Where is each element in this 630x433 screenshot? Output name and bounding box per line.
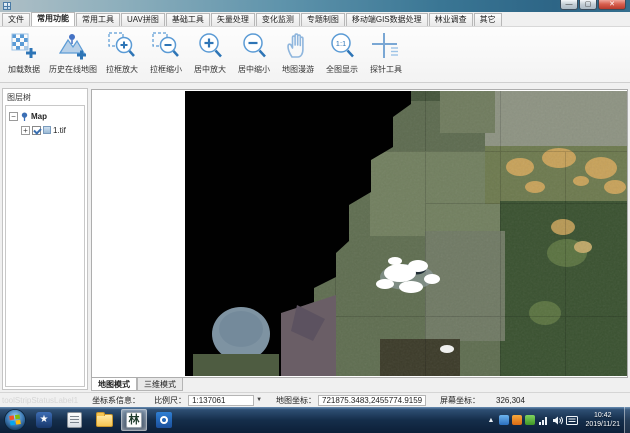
application-window: — ▢ ✕ 文件 常用功能 常用工具 UAV拼图 基础工具 矢量处理 变化监测 …: [0, 0, 630, 433]
center-zoom-out-button[interactable]: 居中缩小: [232, 29, 276, 81]
layer-visibility-checkbox[interactable]: [32, 126, 41, 135]
taskbar-notepad-app[interactable]: [61, 409, 87, 431]
scale-dropdown-arrow-icon[interactable]: ▼: [256, 397, 262, 403]
center-zoom-in-button[interactable]: 居中放大: [188, 29, 232, 81]
map-pin-icon: [20, 112, 29, 121]
windows-taskbar: ★ 林 ▲ 10:42 2019/11/21: [0, 407, 630, 433]
o-app-icon: [156, 412, 172, 428]
layer-tree: − Map + 1.tif: [5, 105, 85, 387]
tree-node-layer[interactable]: + 1.tif: [18, 124, 84, 136]
map-canvas[interactable]: [91, 89, 628, 378]
history-online-map-button[interactable]: 历史在线地图: [46, 29, 100, 81]
hidden-icons-arrow[interactable]: ▲: [488, 417, 495, 424]
tree-node-label: 1.tif: [53, 126, 66, 135]
full-extent-icon: 1:1: [327, 31, 357, 61]
screen-coordinate-label: 屏幕坐标：: [440, 395, 480, 406]
view-mode-tabs: 地图模式 三维模式: [91, 378, 183, 391]
tab-thematic-mapping[interactable]: 专题制图: [301, 13, 345, 26]
start-button[interactable]: [3, 408, 27, 432]
workspace: 图层树 − Map + 1.tif: [0, 83, 630, 392]
toolbar-button-label: 加载数据: [8, 64, 40, 75]
svg-text:1:1: 1:1: [336, 39, 346, 48]
toolbar-button-label: 拉框放大: [106, 64, 138, 75]
tab-vector-processing[interactable]: 矢量处理: [211, 13, 255, 26]
satellite-imagery[interactable]: [185, 91, 627, 376]
toolbar-button-label: 全图显示: [326, 64, 358, 75]
tab-change-detection[interactable]: 变化监测: [256, 13, 300, 26]
scale-input[interactable]: 1:137061: [188, 395, 254, 406]
taskbar-forestry-gis-app[interactable]: 林: [121, 409, 147, 431]
tab-common-tools[interactable]: 常用工具: [76, 13, 120, 26]
tab-map-mode[interactable]: 地图模式: [91, 378, 137, 391]
forestry-app-icon: 林: [126, 412, 142, 428]
load-data-button[interactable]: 加载数据: [2, 29, 46, 81]
main-toolbar: 加载数据 历史在线地图 拉框放大: [0, 27, 630, 83]
tab-3d-mode[interactable]: 三维模式: [137, 378, 183, 391]
star-app-icon: ★: [36, 412, 52, 428]
tree-node-map[interactable]: − Map: [6, 110, 84, 122]
center-zoom-out-icon: [239, 31, 269, 61]
clock-date: 2019/11/21: [585, 420, 620, 429]
network-icon[interactable]: [538, 415, 549, 426]
full-extent-button[interactable]: 1:1 全图显示: [320, 29, 364, 81]
tree-node-label: Map: [31, 112, 47, 121]
notepad-app-icon: [67, 412, 82, 428]
box-zoom-out-icon: [151, 31, 181, 61]
collapse-expander-icon[interactable]: −: [9, 112, 18, 121]
box-zoom-in-icon: [107, 31, 137, 61]
layer-tree-panel: 图层树 − Map + 1.tif: [2, 88, 88, 390]
history-online-map-icon: [58, 31, 88, 61]
toolbar-button-label: 拉框缩小: [150, 64, 182, 75]
probe-tool-button[interactable]: 探针工具: [364, 29, 408, 81]
screen-coordinate-value: 326,304: [496, 396, 525, 405]
show-desktop-button[interactable]: [624, 407, 630, 433]
minimize-button[interactable]: —: [560, 0, 578, 10]
toolbar-button-label: 历史在线地图: [49, 64, 97, 75]
app-icon: [3, 2, 11, 10]
maximize-button[interactable]: ▢: [579, 0, 597, 10]
taskbar-o-app[interactable]: [151, 409, 177, 431]
taskbar-explorer-app[interactable]: [91, 409, 117, 431]
crs-info-label: 坐标系信息：: [92, 395, 140, 406]
ribbon-tab-bar: 文件 常用功能 常用工具 UAV拼图 基础工具 矢量处理 变化监测 专题制图 移…: [0, 12, 630, 27]
status-bar: toolStripStatusLabel1 坐标系信息： 比例尺： 1:1370…: [0, 392, 630, 407]
map-coordinate-label: 地图坐标：: [276, 395, 316, 406]
tab-forestry-survey[interactable]: 林业调查: [429, 13, 473, 26]
tab-uav-mosaic[interactable]: UAV拼图: [121, 13, 165, 26]
box-zoom-out-button[interactable]: 拉框缩小: [144, 29, 188, 81]
tray-messenger-icon[interactable]: [499, 415, 509, 425]
toolbar-button-label: 地图漫游: [282, 64, 314, 75]
scale-label: 比例尺：: [154, 395, 186, 406]
map-pan-button[interactable]: 地图漫游: [276, 29, 320, 81]
layer-panel-title: 图层树: [3, 89, 87, 105]
input-method-icon[interactable]: [566, 415, 578, 426]
tab-mobile-gis-processing[interactable]: 移动端GIS数据处理: [346, 13, 428, 26]
folder-icon: [96, 414, 113, 427]
map-coordinate-value: 721875.3483,2455774.9159: [318, 395, 426, 406]
status-placeholder-label: toolStripStatusLabel1: [2, 396, 78, 405]
tray-security-icon[interactable]: [525, 415, 535, 425]
expand-expander-icon[interactable]: +: [21, 126, 30, 135]
tab-file[interactable]: 文件: [2, 13, 30, 26]
toolbar-button-label: 探针工具: [370, 64, 402, 75]
title-bar: — ▢ ✕: [0, 0, 630, 12]
pan-hand-icon: [283, 31, 313, 61]
close-button[interactable]: ✕: [598, 0, 626, 10]
tray-office-icon[interactable]: [512, 415, 522, 425]
volume-icon[interactable]: [552, 415, 563, 426]
clock-time: 10:42: [585, 411, 620, 420]
box-zoom-in-button[interactable]: 拉框放大: [100, 29, 144, 81]
tab-basic-tools[interactable]: 基础工具: [166, 13, 210, 26]
load-data-icon: [9, 31, 39, 61]
tab-other[interactable]: 其它: [474, 13, 502, 26]
toolbar-button-label: 居中缩小: [238, 64, 270, 75]
taskbar-star-app[interactable]: ★: [31, 409, 57, 431]
center-zoom-in-icon: [195, 31, 225, 61]
system-tray: ▲ 10:42 2019/11/21: [488, 407, 630, 433]
raster-layer-icon: [43, 126, 51, 134]
toolbar-button-label: 居中放大: [194, 64, 226, 75]
tab-common-functions[interactable]: 常用功能: [31, 12, 75, 26]
taskbar-clock[interactable]: 10:42 2019/11/21: [585, 411, 620, 429]
probe-tool-icon: [371, 31, 401, 61]
